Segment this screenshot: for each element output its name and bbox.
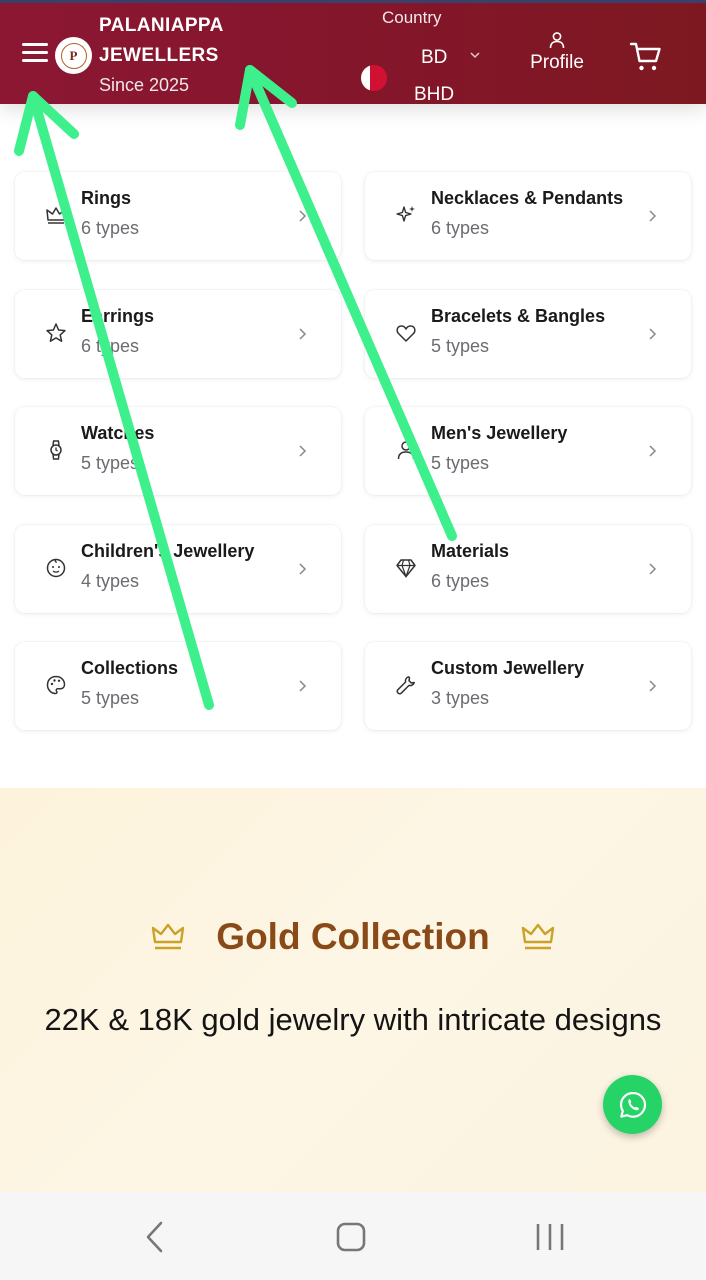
category-title: Children's Jewellery xyxy=(81,541,255,561)
chevron-down-icon[interactable] xyxy=(470,50,480,60)
country-selector[interactable]: BD xyxy=(421,47,447,69)
heart-icon xyxy=(396,325,416,342)
crown-icon xyxy=(46,207,66,224)
category-title: Watches xyxy=(81,423,155,443)
category-card-necklaces-pendants[interactable]: Necklaces & Pendants 6 types xyxy=(365,172,691,260)
brand-name-line1[interactable]: PALANIAPPA xyxy=(99,15,224,37)
category-title: Necklaces & Pendants xyxy=(431,188,624,208)
category-card-bracelets-bangles[interactable]: Bracelets & Bangles 5 types xyxy=(365,290,691,378)
country-label: Country xyxy=(382,8,442,27)
recent-apps-icon[interactable] xyxy=(534,1222,566,1252)
whatsapp-icon xyxy=(619,1091,646,1118)
user-icon xyxy=(397,441,415,460)
chevron-right-icon xyxy=(299,563,307,575)
wrench-icon xyxy=(396,676,415,695)
brand-since: Since 2025 xyxy=(99,75,190,95)
currency-selector[interactable]: BHD xyxy=(414,84,454,106)
category-count: 6 types xyxy=(81,336,140,356)
category-card-materials[interactable]: Materials 6 types xyxy=(365,525,691,613)
category-title: Earrings xyxy=(81,306,155,326)
chevron-right-icon xyxy=(649,563,657,575)
category-card-earrings[interactable]: Earrings 6 types xyxy=(15,290,341,378)
user-icon xyxy=(549,32,565,49)
category-count: 6 types xyxy=(81,218,140,238)
category-card-mens-jewellery[interactable]: Men's Jewellery 5 types xyxy=(365,407,691,495)
category-card-collections[interactable]: Collections 5 types xyxy=(15,642,341,730)
hamburger-menu-icon[interactable] xyxy=(22,43,48,65)
cart-icon[interactable] xyxy=(629,41,663,73)
brand-name-line2[interactable]: JEWELLERS xyxy=(99,45,219,67)
category-title: Rings xyxy=(81,188,132,208)
flag-icon[interactable] xyxy=(361,65,387,91)
gem-icon xyxy=(396,559,416,579)
system-navigation-bar xyxy=(0,1192,706,1280)
crown-icon xyxy=(521,923,555,950)
category-card-custom-jewellery[interactable]: Custom Jewellery 3 types xyxy=(365,642,691,730)
chevron-right-icon xyxy=(649,680,657,692)
category-card-watches[interactable]: Watches 5 types xyxy=(15,407,341,495)
site-header: P PALANIAPPA JEWELLERS Since 2025 Countr… xyxy=(0,0,706,106)
profile-button[interactable]: Profile xyxy=(526,31,588,81)
category-title: Collections xyxy=(81,658,179,678)
category-count: 5 types xyxy=(431,336,490,356)
category-card-rings[interactable]: Rings 6 types xyxy=(15,172,341,260)
category-title: Materials xyxy=(431,541,510,561)
category-count: 5 types xyxy=(431,453,490,473)
category-card-childrens-jewellery[interactable]: Children's Jewellery 4 types xyxy=(15,525,341,613)
gold-collection-section: Gold Collection 22K & 18K gold jewelry w… xyxy=(0,788,706,1192)
chevron-right-icon xyxy=(299,680,307,692)
chevron-right-icon xyxy=(649,445,657,457)
watch-icon xyxy=(50,440,62,460)
category-count: 6 types xyxy=(431,218,490,238)
back-icon[interactable] xyxy=(140,1220,170,1254)
category-count: 5 types xyxy=(81,453,140,473)
chevron-right-icon xyxy=(299,210,307,222)
sparkles-icon xyxy=(396,206,415,222)
category-title: Bracelets & Bangles xyxy=(431,306,606,326)
logo[interactable]: P xyxy=(55,37,92,74)
palette-icon xyxy=(46,675,66,695)
chevron-right-icon xyxy=(649,210,657,222)
annotation-arrow-head xyxy=(14,91,79,156)
category-title: Custom Jewellery xyxy=(431,658,585,678)
chevron-right-icon xyxy=(649,328,657,340)
profile-label: Profile xyxy=(530,52,584,73)
star-icon xyxy=(46,323,66,342)
baby-icon xyxy=(46,558,66,578)
category-title: Men's Jewellery xyxy=(431,423,568,443)
gold-collection-title: Gold Collection xyxy=(216,916,490,957)
chevron-right-icon xyxy=(299,445,307,457)
category-count: 3 types xyxy=(431,688,490,708)
category-count: 5 types xyxy=(81,688,140,708)
category-count: 6 types xyxy=(431,571,490,591)
category-count: 4 types xyxy=(81,571,140,591)
gold-collection-subtitle: 22K & 18K gold jewelry with intricate de… xyxy=(44,1002,662,1037)
home-icon[interactable] xyxy=(336,1222,366,1252)
whatsapp-button[interactable] xyxy=(603,1075,662,1134)
chevron-right-icon xyxy=(299,328,307,340)
